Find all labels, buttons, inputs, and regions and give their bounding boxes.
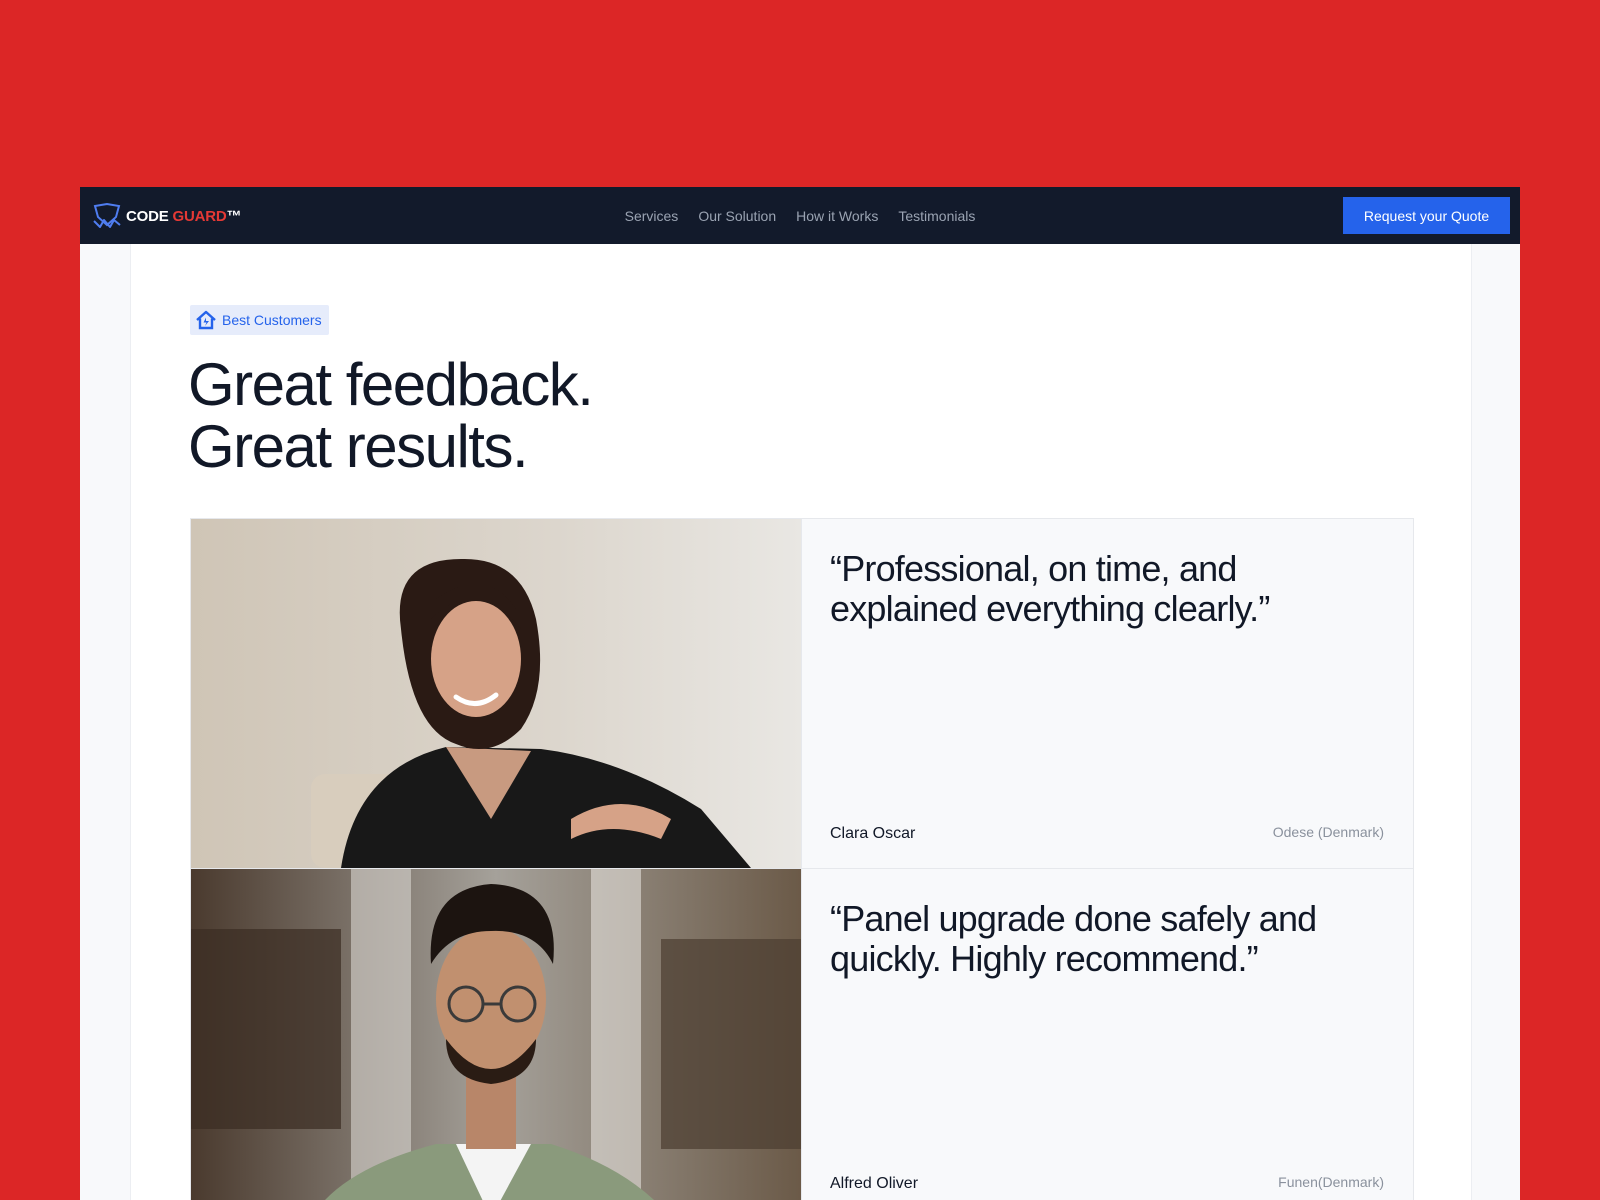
testimonial-quote: “Panel upgrade done safely and quickly. … — [830, 898, 1317, 979]
headline-line-1: Great feedback. — [188, 351, 594, 418]
testimonial-list: “Professional, on time, and explained ev… — [190, 518, 1414, 1200]
brand-name: CODE GUARD™ — [126, 207, 242, 225]
nav-link-testimonials[interactable]: Testimonials — [898, 208, 975, 224]
brand-trademark: ™ — [226, 207, 242, 225]
shield-bolt-icon — [93, 203, 121, 228]
testimonial-content: “Professional, on time, and explained ev… — [801, 519, 1413, 868]
testimonial-card: “Professional, on time, and explained ev… — [191, 519, 1413, 869]
testimonial-quote: “Professional, on time, and explained ev… — [830, 548, 1270, 629]
navbar: CODE GUARD™ Services Our Solution How it… — [80, 187, 1520, 244]
headline-line-2: Great results. — [188, 413, 529, 480]
brand-logo-link[interactable]: CODE GUARD™ — [92, 202, 242, 230]
man-portrait-photo — [191, 869, 801, 1200]
request-quote-button[interactable]: Request your Quote — [1343, 197, 1510, 234]
browser-frame: CODE GUARD™ Services Our Solution How it… — [80, 187, 1520, 1200]
nav-link-how-it-works[interactable]: How it Works — [796, 208, 878, 224]
testimonial-author: Alfred Oliver — [830, 1175, 919, 1192]
testimonial-card: “Panel upgrade done safely and quickly. … — [191, 869, 1413, 1200]
testimonial-author: Clara Oscar — [830, 825, 916, 842]
testimonials-section: Best Customers Great feedback. Great res… — [130, 244, 1472, 1200]
section-badge: Best Customers — [190, 305, 329, 335]
badge-label: Best Customers — [222, 312, 322, 328]
woman-portrait-photo — [191, 519, 801, 868]
brand-name-part1: CODE — [126, 207, 169, 225]
section-headline: Great feedback. Great results. — [188, 351, 594, 480]
testimonial-location: Odese (Denmark) — [1272, 824, 1384, 840]
brand-name-part2: GUARD — [172, 207, 227, 225]
nav-link-our-solution[interactable]: Our Solution — [698, 208, 776, 224]
house-icon — [196, 310, 216, 330]
testimonial-location: Funen(Denmark) — [1278, 1174, 1384, 1190]
testimonial-content: “Panel upgrade done safely and quickly. … — [801, 869, 1413, 1200]
nav-link-services[interactable]: Services — [625, 208, 679, 224]
main-nav: Services Our Solution How it Works Testi… — [80, 187, 1520, 244]
